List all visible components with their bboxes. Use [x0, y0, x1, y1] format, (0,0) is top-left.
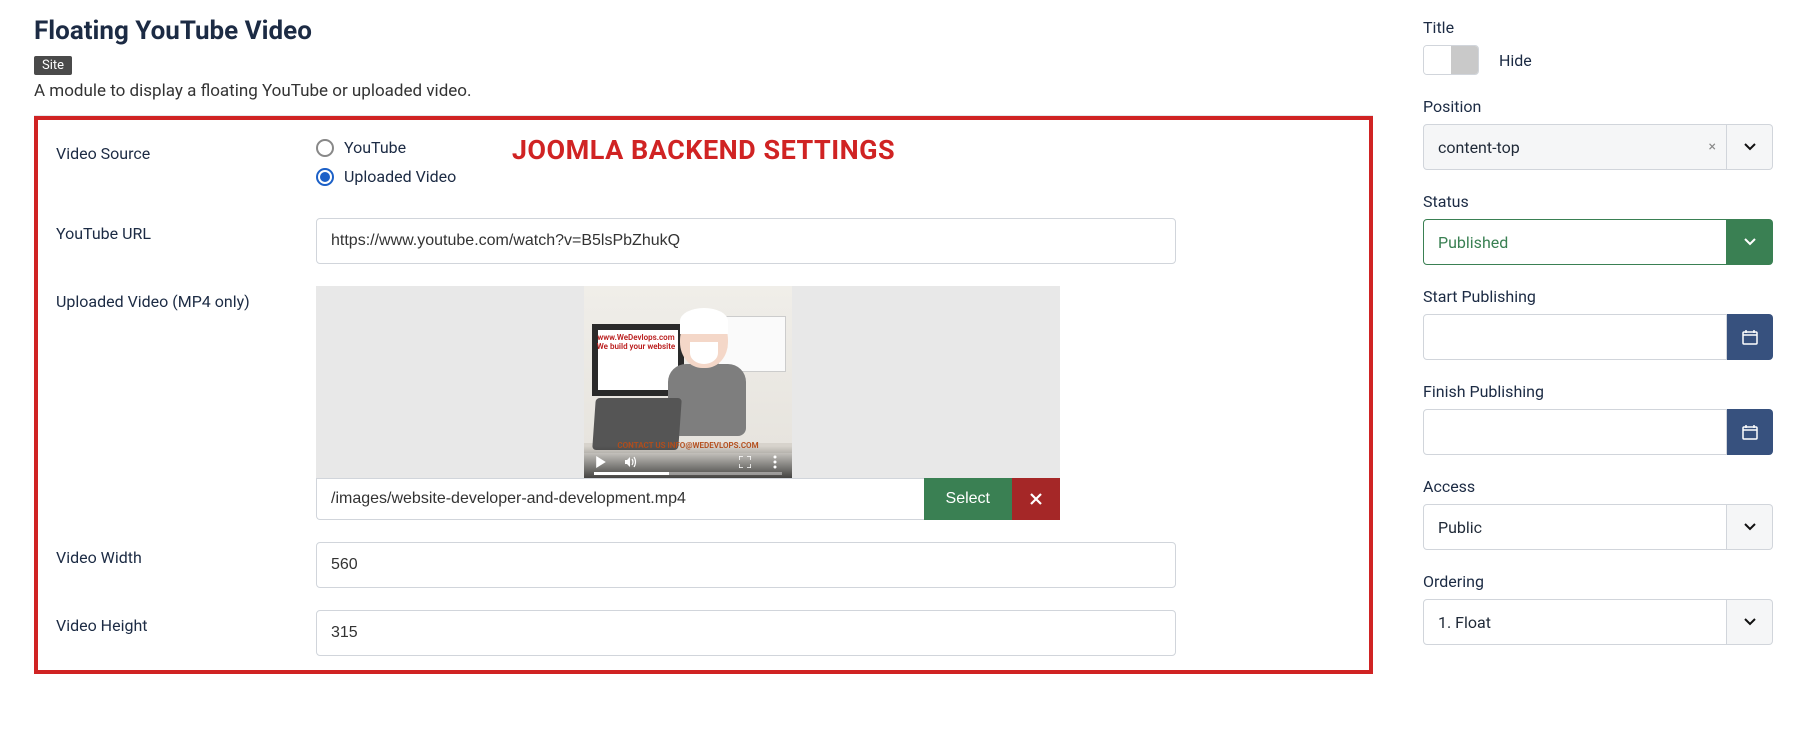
radio-youtube[interactable] — [316, 139, 334, 157]
module-description: A module to display a floating YouTube o… — [34, 81, 1373, 101]
play-icon[interactable] — [594, 455, 608, 469]
status-label: Status — [1423, 192, 1773, 211]
title-toggle-text: Hide — [1499, 51, 1532, 70]
ordering-label: Ordering — [1423, 572, 1773, 591]
uploaded-path-input[interactable] — [316, 478, 924, 520]
select-button[interactable]: Select — [924, 478, 1012, 520]
start-publishing-calendar-button[interactable] — [1727, 314, 1773, 360]
status-select[interactable]: Published — [1423, 219, 1727, 265]
close-icon — [1029, 492, 1043, 506]
start-publishing-input[interactable] — [1423, 314, 1727, 360]
status-caret[interactable] — [1727, 219, 1773, 265]
start-publishing-label: Start Publishing — [1423, 287, 1773, 306]
ordering-caret[interactable] — [1727, 599, 1773, 645]
finish-publishing-label: Finish Publishing — [1423, 382, 1773, 401]
video-height-input[interactable] — [316, 610, 1176, 656]
position-clear-icon[interactable]: × — [1709, 139, 1716, 155]
video-width-label: Video Width — [56, 542, 316, 588]
radio-youtube-label: YouTube — [344, 138, 406, 157]
status-value: Published — [1438, 233, 1508, 252]
youtube-url-input[interactable] — [316, 218, 1176, 264]
more-icon[interactable] — [768, 455, 782, 469]
clear-button[interactable] — [1012, 478, 1060, 520]
chevron-down-icon — [1743, 237, 1757, 247]
uploaded-video-label: Uploaded Video (MP4 only) — [56, 286, 316, 520]
finish-publishing-input[interactable] — [1423, 409, 1727, 455]
calendar-icon — [1742, 329, 1758, 345]
access-select[interactable]: Public — [1423, 504, 1727, 550]
chevron-down-icon — [1743, 617, 1757, 627]
ordering-select[interactable]: 1. Float — [1423, 599, 1727, 645]
radio-uploaded-label: Uploaded Video — [344, 167, 456, 186]
position-label: Position — [1423, 97, 1773, 116]
chevron-down-icon — [1743, 142, 1757, 152]
fullscreen-icon[interactable] — [738, 455, 752, 469]
calendar-icon — [1742, 424, 1758, 440]
video-thumbnail[interactable]: www.WeDevlops.com We build your website … — [584, 286, 792, 478]
access-value: Public — [1438, 518, 1482, 537]
settings-panel: JOOMLA BACKEND SETTINGS Video Source You… — [34, 116, 1373, 674]
site-badge: Site — [34, 56, 72, 75]
video-source-label: Video Source — [56, 138, 316, 196]
ordering-value: 1. Float — [1438, 613, 1491, 632]
position-value: content-top — [1438, 138, 1520, 157]
title-toggle[interactable] — [1423, 45, 1479, 75]
access-caret[interactable] — [1727, 504, 1773, 550]
volume-icon[interactable] — [624, 455, 638, 469]
progress-bar[interactable] — [594, 472, 782, 475]
finish-publishing-calendar-button[interactable] — [1727, 409, 1773, 455]
poster-text: www.WeDevlops.com We build your website — [596, 334, 676, 352]
video-height-label: Video Height — [56, 610, 316, 656]
access-label: Access — [1423, 477, 1773, 496]
youtube-url-label: YouTube URL — [56, 218, 316, 264]
video-width-input[interactable] — [316, 542, 1176, 588]
page-title: Floating YouTube Video — [34, 16, 1373, 46]
title-label: Title — [1423, 18, 1773, 37]
radio-uploaded[interactable] — [316, 168, 334, 186]
chevron-down-icon — [1743, 522, 1757, 532]
position-caret[interactable] — [1727, 124, 1773, 170]
position-select[interactable]: content-top × — [1423, 124, 1727, 170]
video-preview: www.WeDevlops.com We build your website … — [316, 286, 1060, 478]
